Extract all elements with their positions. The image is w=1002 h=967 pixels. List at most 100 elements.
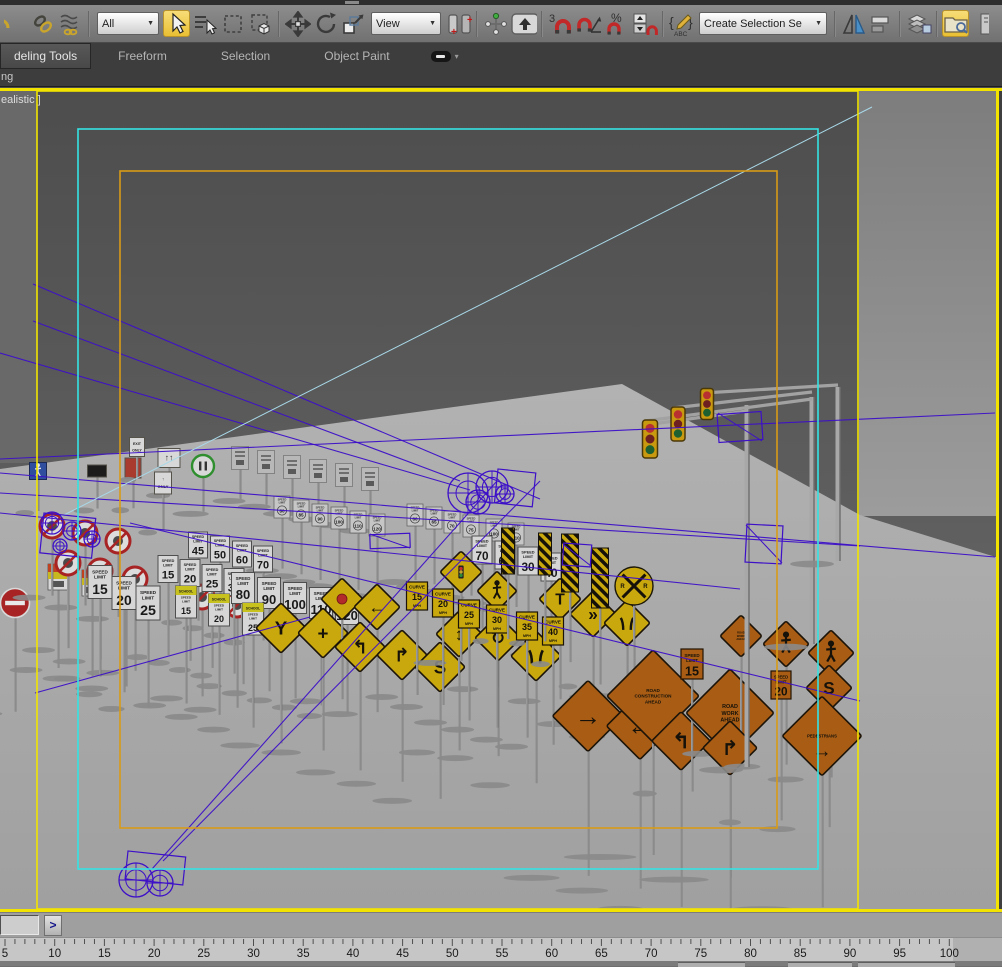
svg-text:35: 35 [297,948,310,960]
select-by-name-button[interactable] [191,10,218,37]
svg-text:SPEED: SPEED [116,580,132,585]
svg-text:85: 85 [298,512,304,517]
ribbon-display-toggle[interactable]: ▾ [431,43,459,69]
tab-object-paint[interactable]: Object Paint [297,43,416,69]
svg-text:T: T [555,591,565,608]
svg-text:CURVE: CURVE [435,592,451,597]
traffic-signal-head[interactable] [671,407,685,441]
svg-text:→: → [575,701,602,731]
selection-filter-dropdown[interactable]: All▼ [97,12,159,35]
viewport-shading-label[interactable]: ealistic ] [1,94,41,106]
use-pivot-point-center-button[interactable]: ++ [445,10,472,37]
svg-text:←: ← [368,597,385,617]
dropdown-value: Create Selection Se [704,18,811,30]
svg-text:80: 80 [744,948,757,960]
track-bar[interactable]: 5101520253035404550556065707580859095100 [0,937,1002,961]
svg-text:↱: ↱ [394,644,410,665]
svg-text:EXIT: EXIT [133,442,142,446]
svg-text:CURVE: CURVE [489,608,505,613]
svg-text:MPH: MPH [523,634,531,638]
svg-text:LIMIT: LIMIT [249,617,257,621]
svg-text:40: 40 [347,948,360,960]
svg-text:30: 30 [247,948,260,960]
viewport-scene[interactable]: EXITONLY↑↑↑ONLYSPEEDLIMIT80SPEEDLIMIT85S… [0,87,1002,912]
svg-text:ONLY: ONLY [132,448,142,452]
tab-freeform[interactable]: Freeform [91,43,194,69]
svg-text:25: 25 [206,579,219,591]
select-and-manipulate-button[interactable] [482,10,509,37]
svg-text:↰: ↰ [352,636,368,657]
svg-text:100: 100 [940,948,959,960]
svg-text:110: 110 [354,523,362,528]
window-crossing-toggle[interactable] [247,10,274,37]
toolbar-separator [662,11,664,37]
spinner-snap-toggle-button[interactable] [631,10,658,37]
svg-text:LIMIT: LIMIT [182,600,190,604]
svg-text:PEDESTRIANS: PEDESTRIANS [807,733,837,738]
select-and-rotate-button[interactable] [312,10,339,37]
reference-coordinate-system-dropdown[interactable]: View▼ [371,12,441,35]
select-and-scale-button[interactable] [340,10,367,37]
svg-text:100: 100 [335,519,343,524]
rectangular-selection-region-button[interactable] [219,10,246,37]
svg-text:R: R [620,584,625,590]
select-and-move-button[interactable] [284,10,311,37]
select-and-link-button[interactable] [29,10,56,37]
tab-modeling-tools[interactable]: deling Tools [0,43,91,69]
toolbar-separator [541,11,543,37]
dropdown-value: View [376,18,425,30]
svg-text:CURVE: CURVE [409,585,425,590]
svg-text:15: 15 [181,606,191,616]
svg-text:MPH: MPH [549,639,557,643]
ribbon-tab-bar: deling Tools Freeform Selection Object P… [0,43,1002,69]
clipped-left-icon[interactable] [1,10,28,37]
scene-explorer-toggle[interactable] [942,10,969,37]
svg-text:3: 3 [549,13,555,25]
svg-text:25: 25 [464,610,474,620]
layer-manager-button[interactable] [905,10,932,37]
svg-text:25: 25 [197,948,210,960]
svg-text:SCHOOL: SCHOOL [246,607,261,611]
svg-text:ROAD: ROAD [646,688,660,693]
svg-text:20: 20 [184,574,197,586]
timeline-ruler[interactable]: 5101520253035404550556065707580859095100 [0,938,1002,961]
chevron-down-icon: ▼ [815,20,822,27]
mirror-button[interactable] [840,10,867,37]
svg-text:LIMIT: LIMIT [449,516,456,520]
select-object-button[interactable] [163,10,190,37]
mini-listener-prompt-button[interactable]: > [44,915,62,936]
svg-text:↑: ↑ [162,477,164,482]
percent-snap-toggle-button[interactable]: % [603,10,630,37]
mini-listener-field[interactable] [0,915,39,935]
menu-bar-highlight [345,1,359,4]
traffic-signal-head[interactable] [701,389,714,420]
align-button[interactable] [868,10,895,37]
svg-text:20: 20 [148,948,161,960]
svg-text:SCHOOL: SCHOOL [179,590,194,594]
angle-snap-toggle-button[interactable] [575,10,602,37]
chevron-down-icon: ▼ [147,20,154,27]
status-bar-cropped [0,961,1002,966]
keyboard-shortcut-override-toggle[interactable] [510,10,537,37]
svg-text:LIMIT: LIMIT [431,512,438,516]
svg-text:90: 90 [317,516,323,521]
snaps-toggle-3d-button[interactable]: 3 [547,10,574,37]
toolbar-separator [936,11,938,37]
bind-to-space-warp-button[interactable] [57,10,84,37]
svg-text:40: 40 [548,627,558,637]
tab-selection[interactable]: Selection [194,43,297,69]
svg-text:30: 30 [492,615,502,625]
clipped-right-icon[interactable] [970,10,997,37]
svg-text:35: 35 [522,622,532,632]
svg-text:LIMIT: LIMIT [412,509,419,513]
svg-text:70: 70 [257,559,269,571]
toolbar-separator [899,11,901,37]
traffic-signal-head[interactable] [643,420,658,458]
perspective-viewport[interactable]: ealistic ] EXITONLY↑↑↑ONLYSPEEDLIMIT80SP… [0,87,1002,912]
svg-text:55: 55 [496,948,509,960]
maxscript-mini-listener: > [0,912,1002,937]
svg-text:SPEED: SPEED [140,590,157,596]
edit-named-selection-sets-button[interactable]: {}ABC [668,10,695,37]
tab-label: deling Tools [14,49,77,63]
named-selection-sets-dropdown[interactable]: Create Selection Se ▼ [699,12,827,35]
